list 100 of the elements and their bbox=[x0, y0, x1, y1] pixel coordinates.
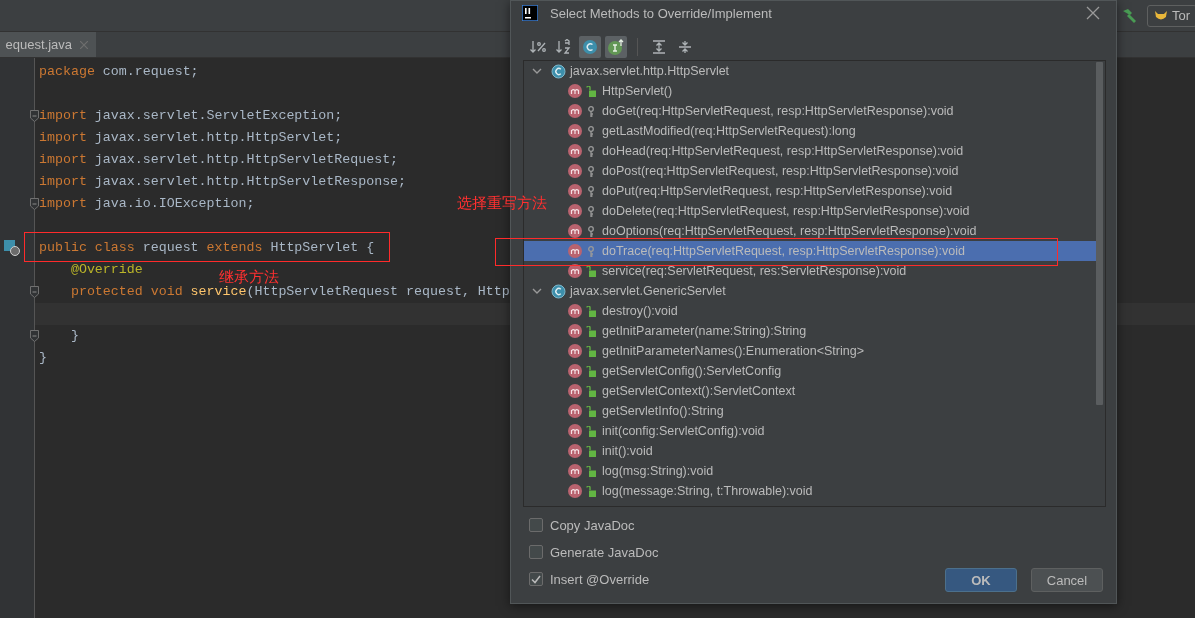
code-line: } bbox=[69, 328, 79, 344]
method-item[interactable]: doGet(req:HttpServletRequest, resp:HttpServletResponse):void bbox=[602, 104, 954, 118]
key-icon bbox=[586, 125, 596, 137]
method-icon bbox=[568, 244, 582, 258]
collapse-all-icon bbox=[678, 40, 692, 54]
scrollbar-thumb[interactable] bbox=[1096, 62, 1103, 405]
class-name[interactable]: javax.servlet.http.HttpServlet bbox=[570, 64, 730, 78]
cancel-button[interactable]: Cancel bbox=[1031, 568, 1103, 592]
cat-icon bbox=[1154, 9, 1168, 22]
unlock-icon bbox=[586, 385, 596, 397]
fold-marker-icon[interactable] bbox=[30, 198, 39, 210]
class-icon bbox=[551, 63, 566, 79]
method-icon bbox=[568, 444, 582, 458]
close-button[interactable] bbox=[1084, 4, 1102, 22]
toolbar-button[interactable] bbox=[605, 36, 627, 58]
key-icon bbox=[586, 105, 596, 117]
method-item[interactable]: doPut(req:HttpServletRequest, resp:HttpServletResponse):void bbox=[602, 184, 953, 198]
key-icon bbox=[586, 145, 596, 157]
unlock-icon bbox=[586, 85, 596, 97]
expand-all-icon bbox=[652, 40, 666, 54]
method-icon bbox=[568, 84, 582, 98]
method-icon bbox=[568, 404, 582, 418]
method-item[interactable]: HttpServlet() bbox=[602, 84, 673, 98]
key-icon bbox=[586, 165, 596, 177]
class-icon bbox=[551, 283, 566, 299]
method-item[interactable]: log(msg:String):void bbox=[602, 464, 714, 478]
class-name[interactable]: javax.servlet.GenericServlet bbox=[570, 284, 726, 298]
method-icon bbox=[568, 304, 582, 318]
unlock-icon bbox=[586, 265, 596, 277]
option-label: Copy JavaDoc bbox=[550, 517, 635, 533]
method-icon bbox=[568, 144, 582, 158]
unlock-icon bbox=[586, 465, 596, 477]
method-item[interactable]: getServletInfo():String bbox=[602, 404, 724, 418]
unlock-icon bbox=[586, 345, 596, 357]
method-item[interactable]: getServletContext():ServletContext bbox=[602, 384, 796, 398]
method-icon bbox=[568, 384, 582, 398]
method-icon bbox=[568, 424, 582, 438]
key-icon bbox=[586, 205, 596, 217]
fold-marker-icon[interactable] bbox=[30, 330, 39, 342]
code-line: import javax.servlet.ServletException; bbox=[39, 108, 343, 124]
key-icon bbox=[586, 245, 596, 257]
run-configuration[interactable]: Tor bbox=[1147, 4, 1195, 27]
method-item[interactable]: getInitParameterNames():Enumeration<String> bbox=[602, 344, 864, 358]
sort-icon bbox=[530, 40, 546, 54]
method-item[interactable]: getLastModified(req:HttpServletRequest):long bbox=[602, 124, 856, 138]
method-item[interactable]: doHead(req:HttpServletRequest, resp:HttpServletResponse):void bbox=[602, 144, 964, 158]
ok-button[interactable]: OK bbox=[945, 568, 1017, 592]
method-item[interactable]: getServletConfig():ServletConfig bbox=[602, 364, 782, 378]
method-icon bbox=[568, 464, 582, 478]
method-item[interactable]: destroy():void bbox=[602, 304, 678, 318]
sort-alpha-icon bbox=[556, 39, 572, 55]
method-icon bbox=[568, 224, 582, 238]
method-icon bbox=[568, 364, 582, 378]
annotation-text: 继承方法 bbox=[219, 268, 279, 286]
unlock-icon bbox=[586, 325, 596, 337]
interface-filter-icon bbox=[607, 39, 625, 55]
method-item[interactable]: init(config:ServletConfig):void bbox=[602, 424, 765, 438]
key-icon bbox=[586, 225, 596, 237]
code-line: } bbox=[39, 350, 47, 366]
key-icon bbox=[586, 185, 596, 197]
method-item[interactable]: init():void bbox=[602, 444, 653, 458]
unlock-icon bbox=[586, 445, 596, 457]
fold-marker-icon[interactable] bbox=[30, 286, 39, 298]
code-line: public class request extends HttpServlet { bbox=[39, 240, 375, 256]
option-label: Generate JavaDoc bbox=[550, 544, 659, 560]
method-icon bbox=[568, 264, 582, 278]
method-item[interactable]: getInitParameter(name:String):String bbox=[602, 324, 807, 338]
chevron-down-icon[interactable] bbox=[532, 286, 542, 296]
method-icon bbox=[568, 124, 582, 138]
method-item[interactable]: doDelete(req:HttpServletRequest, resp:HttpServletResponse):void bbox=[602, 204, 970, 218]
method-icon bbox=[568, 344, 582, 358]
method-item[interactable]: doOptions(req:HttpServletRequest, resp:HttpServletResponse):void bbox=[602, 224, 977, 238]
checkbox[interactable] bbox=[529, 545, 543, 559]
unlock-icon bbox=[586, 405, 596, 417]
method-item[interactable]: service(req:ServletRequest, res:ServletResponse):void bbox=[602, 264, 907, 278]
checkbox[interactable] bbox=[529, 572, 543, 586]
method-item[interactable]: doPost(req:HttpServletRequest, resp:HttpServletResponse):void bbox=[602, 164, 959, 178]
code-line: protected void service(HttpServletRequest request, Http bbox=[69, 284, 510, 300]
class-filter-icon bbox=[582, 39, 598, 55]
servlet-class-icon[interactable] bbox=[4, 240, 20, 256]
code-line: import javax.servlet.http.HttpServlet; bbox=[39, 130, 343, 146]
chevron-down-icon[interactable] bbox=[532, 66, 542, 76]
code-line: @Override bbox=[69, 262, 143, 278]
annotation-text: 选择重写方法 bbox=[457, 194, 547, 213]
code-line: import javax.servlet.http.HttpServletRequest; bbox=[39, 152, 399, 168]
method-icon bbox=[568, 164, 582, 178]
fold-marker-icon[interactable] bbox=[30, 110, 39, 122]
editor-tab[interactable]: equest.java bbox=[0, 32, 96, 57]
method-item[interactable]: log(message:String, t:Throwable):void bbox=[602, 484, 813, 498]
hammer-icon[interactable] bbox=[1121, 7, 1137, 24]
option-label: Insert @Override bbox=[550, 571, 650, 587]
code-line: import javax.servlet.http.HttpServletResponse; bbox=[39, 174, 407, 190]
checkbox[interactable] bbox=[529, 518, 543, 532]
toolbar-button[interactable] bbox=[579, 36, 601, 58]
code-line: import java.io.IOException; bbox=[39, 196, 255, 212]
dialog-title: Select Methods to Override/Implement bbox=[550, 5, 772, 21]
code-line: package com.request; bbox=[39, 64, 199, 80]
unlock-icon bbox=[586, 425, 596, 437]
unlock-icon bbox=[586, 305, 596, 317]
method-icon bbox=[568, 484, 582, 498]
